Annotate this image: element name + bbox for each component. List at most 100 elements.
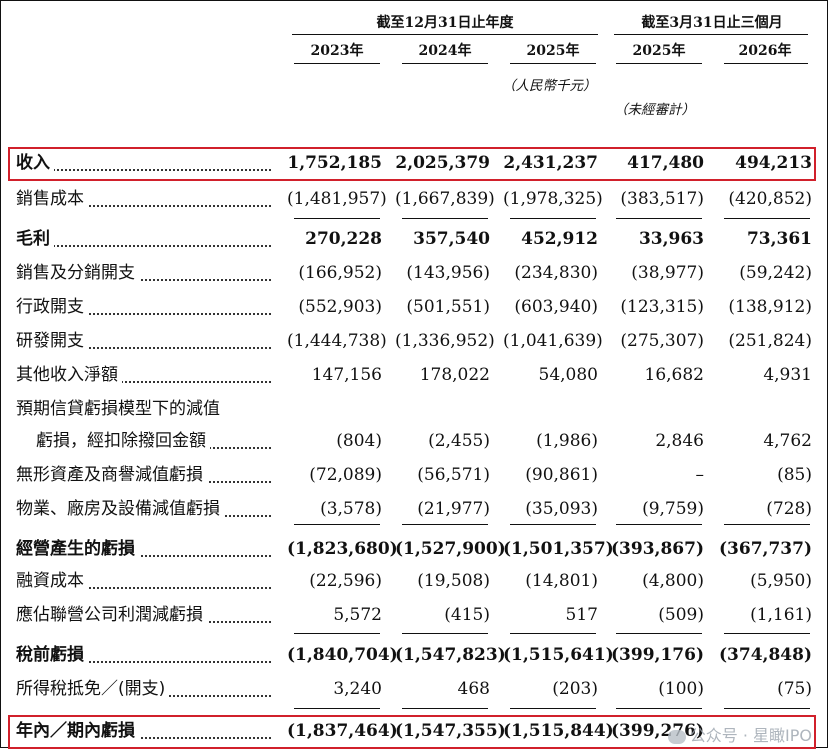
subtotal-rule [616,524,702,525]
table-row-other-income-net: 其他收入淨額 147,156 178,022 54,080 16,682 4,931 [16,360,816,390]
highlight-box-revenue [8,147,816,181]
row-label-text: 其他收入淨額 [16,365,122,385]
row-label: 銷售成本 [16,184,286,214]
row-label-text: 無形資產及商譽減值虧損 [16,465,207,485]
table-cell: (22,596) [309,571,382,591]
header-year: 2024年 [418,43,472,59]
table-cell: (1,336,952) [395,331,495,351]
currency-note: （人民幣千元） [502,78,597,94]
table-cell: (1,986) [536,431,598,451]
table-cell: (166,952) [298,263,382,283]
header-group-annual: 截至12月31日止年度 [376,15,514,31]
row-label: 行政開支 [16,292,286,322]
table-cell: (275,307) [620,331,704,351]
table-cell [717,394,812,424]
row-label-text: 融資成本 [16,571,88,591]
table-cell: (59,242) [739,263,812,283]
subtotal-rule [510,524,596,525]
table-cell: 33,963 [638,229,704,249]
table-cell [287,394,382,424]
subtotal-rule [402,708,488,709]
row-label-text: 銷售及分銷開支 [16,263,139,283]
table-cell: (509) [658,605,704,625]
table-cell: (501,551) [406,297,490,317]
table-cell: (56,571) [417,465,490,485]
table-cell: (1,481,957) [287,189,387,209]
table-row-cost-of-sales: 銷售成本 (1,481,957) (1,667,839) (1,978,325) (38… [16,184,816,214]
row-label: 其他收入淨額 [16,360,286,390]
table-cell: (72,089) [309,465,382,485]
row-label-text: 毛利 [16,229,54,249]
table-row-operating-loss: 經營產生的虧損 (1,823,680) (1,527,900) (1,501,357)… [16,534,816,564]
table-row-rnd-expenses: 研發開支 (1,444,738) (1,336,952) (1,041,639) (27… [16,326,816,356]
table-cell: (1,527,900) [395,539,506,559]
table-cell: 4,931 [763,365,812,385]
header-year: 2025年 [632,43,686,59]
subtotal-rule [616,218,702,219]
header-year: 2023年 [310,43,364,59]
table-cell [503,394,598,424]
row-label-text: 應佔聯營公司利潤減虧損 [16,605,207,625]
subtotal-rule [294,708,380,709]
row-label: 銷售及分銷開支 [16,258,286,288]
row-label-text: 虧損，經扣除撥回金額 [36,431,210,451]
table-row-pretax-loss: 稅前虧損 (1,840,704) (1,547,823) (1,515,641) (39… [16,640,816,670]
table-cell: (1,501,357) [503,539,614,559]
table-cell: (123,315) [620,297,704,317]
table-cell: (1,515,641) [503,645,614,665]
table-cell: 54,080 [538,365,598,385]
table-row-ecl-impairment-heading: 預期信貸虧損模型下的減值 [16,394,816,424]
table-cell: (393,867) [611,539,704,559]
table-cell: (234,830) [514,263,598,283]
table-cell: 452,912 [521,229,598,249]
header-group-quarter: 截至3月31日止三個月 [641,15,783,31]
header-year-rule [510,63,596,64]
table-row-gross-profit: 毛利 270,228 357,540 452,912 33,963 73,361 [16,224,816,254]
subtotal-rule [294,524,380,525]
table-cell: (1,041,639) [503,331,603,351]
table-cell: (90,861) [525,465,598,485]
table-cell: 178,022 [419,365,490,385]
table-cell: 147,156 [311,365,382,385]
row-label-text: 行政開支 [16,297,88,317]
header-group-annual-rule [292,34,598,35]
table-cell: (38,977) [631,263,704,283]
row-label: 預期信貸虧損模型下的減值 [16,394,286,424]
table-row-intangible-impairment: 無形資產及商譽減值虧損 (72,089) (56,571) (90,861) – (85) [16,460,816,490]
table-cell [609,394,704,424]
table-cell: 357,540 [413,229,490,249]
leader-dots [16,245,271,247]
table-cell: (420,852) [728,189,812,209]
table-cell: (1,840,704) [287,645,398,665]
table-cell: (552,903) [298,297,382,317]
table-row-selling-distribution: 銷售及分銷開支 (166,952) (143,956) (234,830) (38,97… [16,258,816,288]
table-cell: (374,848) [719,645,812,665]
table-cell: (5,950) [750,571,812,591]
table-cell: 270,228 [305,229,382,249]
row-label-text: 經營產生的虧損 [16,539,139,559]
table-cell: (138,912) [728,297,812,317]
row-label: 毛利 [16,224,286,254]
row-label-text: 稅前虧損 [16,645,88,665]
table-cell: (14,801) [525,571,598,591]
header-year-rule [402,63,488,64]
table-cell: (143,956) [406,263,490,283]
wechat-icon [667,729,686,744]
watermark: 公众号 · 星瞰IPO [667,722,812,746]
table-cell: (383,517) [620,189,704,209]
subtotal-rule [510,633,596,634]
subtotal-rule [724,524,810,525]
unaudited-note: （未經審計） [614,102,695,118]
table-cell: 468 [457,679,490,699]
table-cell: (399,176) [611,645,704,665]
table-cell: (21,977) [417,499,490,519]
table-cell: (367,737) [719,539,812,559]
table-cell: (75) [777,679,812,699]
row-label: 研發開支 [16,326,286,356]
subtotal-rule [402,633,488,634]
row-label: 經營產生的虧損 [16,534,286,564]
table-cell: (1,667,839) [395,189,495,209]
subtotal-rule [724,218,810,219]
table-cell: (3,578) [320,499,382,519]
table-cell: (1,978,325) [503,189,603,209]
